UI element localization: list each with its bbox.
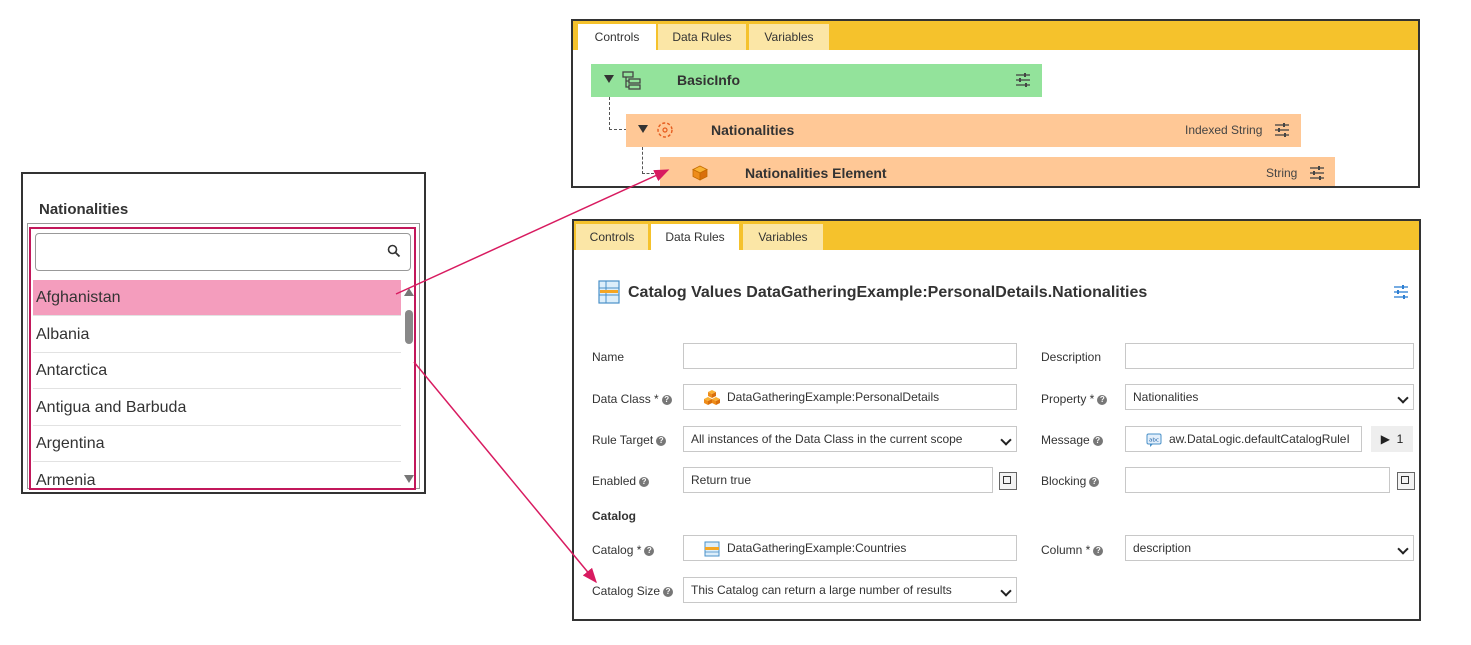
search-input[interactable]: [42, 234, 376, 270]
option-albania[interactable]: Albania: [33, 317, 401, 353]
section-heading-catalog: Catalog: [592, 509, 637, 523]
help-icon: ?: [663, 586, 674, 597]
message-parameters-button[interactable]: ▶ 1: [1371, 426, 1413, 452]
property-value: Nationalities: [1133, 390, 1199, 404]
tree-node-type: String: [1266, 166, 1298, 180]
catalog-icon: [704, 541, 720, 557]
label-data-class: Data Class *?: [592, 392, 672, 406]
tab-controls[interactable]: Controls: [576, 224, 648, 250]
scroll-thumb[interactable]: [405, 310, 413, 344]
sliders-icon[interactable]: [1274, 122, 1290, 138]
tree-node-label: Nationalities Element: [745, 165, 887, 181]
help-icon: ?: [1092, 435, 1103, 446]
property-select[interactable]: Nationalities: [1125, 384, 1414, 410]
chevron-down-icon: [1397, 392, 1409, 404]
catalog-list-icon: [657, 122, 673, 138]
help-icon: ?: [639, 476, 650, 487]
caret-down-icon[interactable]: [638, 125, 648, 133]
tab-variables[interactable]: Variables: [749, 24, 829, 50]
message-parameter-count: 1: [1396, 432, 1404, 446]
label-catalog: Catalog *?: [592, 543, 655, 557]
tab-data-rules[interactable]: Data Rules: [651, 224, 739, 250]
help-icon: ?: [1089, 476, 1100, 487]
help-icon: ?: [656, 435, 667, 446]
tree-node-label: Nationalities: [711, 122, 795, 138]
play-icon: ▶: [1380, 432, 1390, 446]
nationalities-dropdown-panel: Nationalities Afghanistan Albania Antarc…: [21, 172, 426, 494]
tab-data-rules[interactable]: Data Rules: [658, 24, 746, 50]
catalog-size-select[interactable]: This Catalog can return a large number o…: [683, 577, 1017, 603]
tree-node-nationalities-element[interactable]: Nationalities Element String: [660, 157, 1335, 186]
label-enabled: Enabled?: [592, 474, 650, 488]
catalog-size-value: This Catalog can return a large number o…: [691, 583, 952, 597]
option-antigua-and-barbuda[interactable]: Antigua and Barbuda: [33, 390, 401, 426]
expression-editor-icon[interactable]: [1397, 472, 1415, 490]
options-list: Afghanistan Albania Antarctica Antigua a…: [33, 280, 401, 488]
arrow-to-catalog-size: [413, 361, 597, 584]
tab-controls[interactable]: Controls: [578, 24, 656, 50]
data-model-tree-panel: Controls Data Rules Variables BasicInfo …: [571, 19, 1420, 188]
blocking-expression-field[interactable]: [1125, 467, 1390, 493]
tab-bar: Controls Data Rules Variables: [574, 221, 1419, 250]
field-label-nationalities: Nationalities: [39, 201, 129, 218]
message-field[interactable]: abc aw.DataLogic.defaultCatalogRuleI: [1125, 426, 1362, 452]
description-field[interactable]: [1125, 343, 1414, 369]
scroll-up-icon[interactable]: [404, 288, 414, 296]
structure-icon: [622, 71, 641, 90]
tab-bar: Controls Data Rules Variables: [573, 21, 1418, 50]
help-icon: ?: [644, 545, 655, 556]
option-afghanistan[interactable]: Afghanistan: [33, 280, 401, 316]
tree-connector: [609, 97, 627, 130]
column-value: description: [1133, 541, 1192, 555]
sliders-icon[interactable]: [1015, 72, 1031, 88]
label-name: Name: [592, 350, 625, 364]
help-icon: ?: [1093, 545, 1104, 556]
name-field[interactable]: [683, 343, 1017, 369]
label-description: Description: [1041, 350, 1102, 364]
tree-node-basicinfo[interactable]: BasicInfo: [591, 64, 1042, 97]
search-box[interactable]: [35, 233, 411, 271]
tab-variables[interactable]: Variables: [743, 224, 823, 250]
option-argentina[interactable]: Argentina: [33, 426, 401, 463]
svg-text:abc: abc: [1149, 438, 1159, 444]
label-catalog-size: Catalog Size?: [592, 584, 674, 598]
message-value: aw.DataLogic.defaultCatalogRuleI: [1169, 432, 1350, 446]
data-rule-editor-panel: Controls Data Rules Variables Catalog Va…: [572, 219, 1421, 621]
tree-node-type: Indexed String: [1185, 123, 1263, 137]
catalog-value: DataGatheringExample:Countries: [727, 541, 907, 555]
catalog-field[interactable]: DataGatheringExample:Countries: [683, 535, 1017, 561]
label-blocking: Blocking?: [1041, 474, 1100, 488]
sliders-icon[interactable]: [1393, 284, 1409, 300]
rule-target-select[interactable]: All instances of the Data Class in the c…: [683, 426, 1017, 452]
data-class-icon: [704, 390, 720, 405]
tree-node-nationalities[interactable]: Nationalities Indexed String: [626, 114, 1301, 147]
expression-editor-icon[interactable]: [999, 472, 1017, 490]
label-property: Property *?: [1041, 392, 1108, 406]
enabled-expression-field[interactable]: Return true: [683, 467, 993, 493]
label-message: Message?: [1041, 433, 1103, 447]
help-icon: ?: [1097, 394, 1108, 405]
localized-text-icon: abc: [1146, 433, 1162, 447]
help-icon: ?: [661, 394, 672, 405]
search-icon[interactable]: [386, 243, 402, 259]
chevron-down-icon: [1000, 434, 1012, 446]
column-select[interactable]: description: [1125, 535, 1414, 561]
rule-title: Catalog Values DataGatheringExample:Pers…: [628, 284, 1148, 301]
caret-down-icon[interactable]: [604, 75, 614, 83]
sliders-icon[interactable]: [1309, 165, 1325, 181]
cube-icon: [692, 165, 708, 181]
chevron-down-icon: [1397, 543, 1409, 555]
label-column: Column *?: [1041, 543, 1104, 557]
list-scrollbar[interactable]: [403, 280, 415, 486]
option-antarctica[interactable]: Antarctica: [33, 353, 401, 390]
catalog-rule-icon: [598, 280, 620, 304]
data-class-value: DataGatheringExample:PersonalDetails: [727, 390, 940, 404]
tree-node-label: BasicInfo: [677, 72, 741, 88]
scroll-down-icon[interactable]: [404, 475, 414, 483]
data-class-field[interactable]: DataGatheringExample:PersonalDetails: [683, 384, 1017, 410]
label-rule-target: Rule Target?: [592, 433, 667, 447]
option-armenia[interactable]: Armenia: [33, 463, 401, 488]
chevron-down-icon: [1000, 585, 1012, 597]
rule-target-value: All instances of the Data Class in the c…: [691, 432, 963, 446]
